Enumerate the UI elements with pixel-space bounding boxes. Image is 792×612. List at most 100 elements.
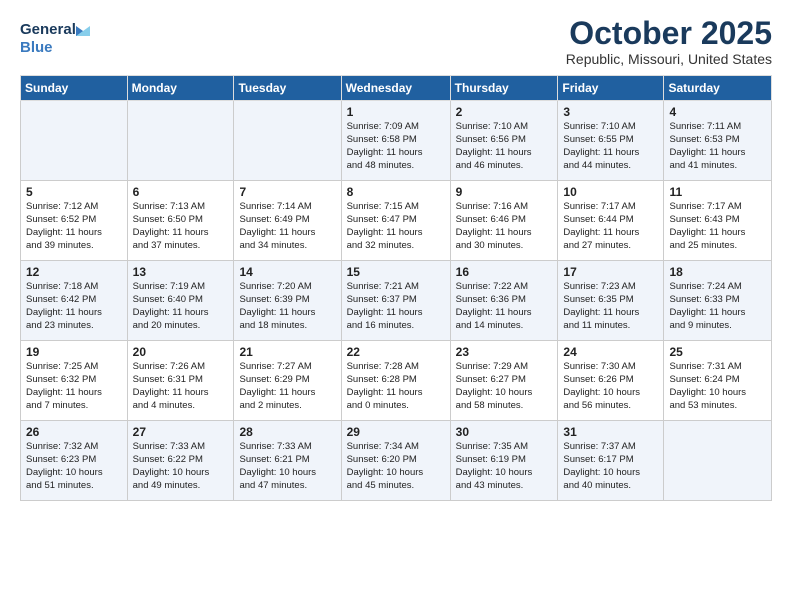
location-subtitle: Republic, Missouri, United States bbox=[566, 51, 772, 67]
cell-info: Sunrise: 7:13 AM Sunset: 6:50 PM Dayligh… bbox=[133, 201, 230, 252]
day-header-thursday: Thursday bbox=[450, 76, 558, 101]
day-number: 2 bbox=[456, 105, 554, 119]
calendar-cell: 13 Sunrise: 7:19 AM Sunset: 6:40 PM Dayli… bbox=[127, 261, 234, 341]
cell-info: Sunrise: 7:12 AM Sunset: 6:52 PM Dayligh… bbox=[26, 201, 123, 252]
calendar-cell: 20Sunrise: 7:26 AM Sunset: 6:31 PM Dayli… bbox=[127, 341, 234, 421]
calendar-cell: 19 Sunrise: 7:25 AM Sunset: 6:32 PM Dayli… bbox=[21, 341, 128, 421]
cell-info: Sunrise: 7:21 AM Sunset: 6:37 PM Dayligh… bbox=[347, 281, 446, 332]
day-number: 16 bbox=[456, 265, 554, 279]
calendar-table: SundayMondayTuesdayWednesdayThursdayFrid… bbox=[20, 75, 772, 501]
cell-info: Sunrise: 7:14 AM Sunset: 6:49 PM Dayligh… bbox=[239, 201, 336, 252]
calendar-cell: 5 Sunrise: 7:12 AM Sunset: 6:52 PM Daylig… bbox=[21, 181, 128, 261]
cell-info: Sunrise: 7:29 AM Sunset: 6:27 PM Dayligh… bbox=[456, 361, 554, 412]
day-number: 9 bbox=[456, 185, 554, 199]
cell-info: Sunrise: 7:33 AM Sunset: 6:21 PM Dayligh… bbox=[239, 441, 336, 492]
calendar-cell: 11Sunrise: 7:17 AM Sunset: 6:43 PM Dayli… bbox=[664, 181, 772, 261]
day-number: 31 bbox=[563, 425, 659, 439]
day-number: 22 bbox=[347, 345, 446, 359]
cell-info: Sunrise: 7:15 AM Sunset: 6:47 PM Dayligh… bbox=[347, 201, 446, 252]
week-row-2: 5 Sunrise: 7:12 AM Sunset: 6:52 PM Daylig… bbox=[21, 181, 772, 261]
day-header-monday: Monday bbox=[127, 76, 234, 101]
calendar-cell: 17Sunrise: 7:23 AM Sunset: 6:35 PM Dayli… bbox=[558, 261, 664, 341]
calendar-cell: 22 Sunrise: 7:28 AM Sunset: 6:28 PM Dayli… bbox=[341, 341, 450, 421]
calendar-cell: 21 Sunrise: 7:27 AM Sunset: 6:29 PM Dayli… bbox=[234, 341, 341, 421]
day-number: 4 bbox=[669, 105, 767, 119]
week-row-3: 12Sunrise: 7:18 AM Sunset: 6:42 PM Dayli… bbox=[21, 261, 772, 341]
day-number: 24 bbox=[563, 345, 659, 359]
cell-info: Sunrise: 7:27 AM Sunset: 6:29 PM Dayligh… bbox=[239, 361, 336, 412]
logo: GeneralBlue bbox=[20, 16, 90, 56]
calendar-cell: 31 Sunrise: 7:37 AM Sunset: 6:17 PM Dayli… bbox=[558, 421, 664, 501]
cell-info: Sunrise: 7:17 AM Sunset: 6:43 PM Dayligh… bbox=[669, 201, 767, 252]
day-number: 3 bbox=[563, 105, 659, 119]
calendar-cell: 8Sunrise: 7:15 AM Sunset: 6:47 PM Daylig… bbox=[341, 181, 450, 261]
header: GeneralBlue October 2025 Republic, Misso… bbox=[20, 16, 772, 67]
day-header-tuesday: Tuesday bbox=[234, 76, 341, 101]
day-number: 15 bbox=[347, 265, 446, 279]
calendar-cell: 16 Sunrise: 7:22 AM Sunset: 6:36 PM Dayli… bbox=[450, 261, 558, 341]
cell-info: Sunrise: 7:26 AM Sunset: 6:31 PM Dayligh… bbox=[133, 361, 230, 412]
day-number: 1 bbox=[347, 105, 446, 119]
calendar-cell: 6 Sunrise: 7:13 AM Sunset: 6:50 PM Daylig… bbox=[127, 181, 234, 261]
cell-info: Sunrise: 7:33 AM Sunset: 6:22 PM Dayligh… bbox=[133, 441, 230, 492]
cell-info: Sunrise: 7:24 AM Sunset: 6:33 PM Dayligh… bbox=[669, 281, 767, 332]
cell-info: Sunrise: 7:31 AM Sunset: 6:24 PM Dayligh… bbox=[669, 361, 767, 412]
calendar-cell bbox=[21, 101, 128, 181]
cell-info: Sunrise: 7:25 AM Sunset: 6:32 PM Dayligh… bbox=[26, 361, 123, 412]
day-number: 18 bbox=[669, 265, 767, 279]
cell-info: Sunrise: 7:35 AM Sunset: 6:19 PM Dayligh… bbox=[456, 441, 554, 492]
day-number: 10 bbox=[563, 185, 659, 199]
cell-info: Sunrise: 7:19 AM Sunset: 6:40 PM Dayligh… bbox=[133, 281, 230, 332]
title-block: October 2025 Republic, Missouri, United … bbox=[566, 16, 772, 67]
calendar-cell: 25 Sunrise: 7:31 AM Sunset: 6:24 PM Dayli… bbox=[664, 341, 772, 421]
day-number: 29 bbox=[347, 425, 446, 439]
cell-info: Sunrise: 7:23 AM Sunset: 6:35 PM Dayligh… bbox=[563, 281, 659, 332]
calendar-cell: 9 Sunrise: 7:16 AM Sunset: 6:46 PM Daylig… bbox=[450, 181, 558, 261]
day-number: 7 bbox=[239, 185, 336, 199]
calendar-cell: 2 Sunrise: 7:10 AM Sunset: 6:56 PM Daylig… bbox=[450, 101, 558, 181]
day-number: 12 bbox=[26, 265, 123, 279]
logo-icon: GeneralBlue bbox=[20, 16, 90, 56]
calendar-cell: 15 Sunrise: 7:21 AM Sunset: 6:37 PM Dayli… bbox=[341, 261, 450, 341]
calendar-cell: 29 Sunrise: 7:34 AM Sunset: 6:20 PM Dayli… bbox=[341, 421, 450, 501]
cell-info: Sunrise: 7:37 AM Sunset: 6:17 PM Dayligh… bbox=[563, 441, 659, 492]
calendar-cell: 30 Sunrise: 7:35 AM Sunset: 6:19 PM Dayli… bbox=[450, 421, 558, 501]
calendar-cell: 7 Sunrise: 7:14 AM Sunset: 6:49 PM Daylig… bbox=[234, 181, 341, 261]
day-number: 21 bbox=[239, 345, 336, 359]
calendar-cell: 3 Sunrise: 7:10 AM Sunset: 6:55 PM Daylig… bbox=[558, 101, 664, 181]
page-container: GeneralBlue October 2025 Republic, Misso… bbox=[0, 0, 792, 511]
calendar-cell bbox=[234, 101, 341, 181]
cell-info: Sunrise: 7:32 AM Sunset: 6:23 PM Dayligh… bbox=[26, 441, 123, 492]
calendar-cell: 12Sunrise: 7:18 AM Sunset: 6:42 PM Dayli… bbox=[21, 261, 128, 341]
cell-info: Sunrise: 7:10 AM Sunset: 6:55 PM Dayligh… bbox=[563, 121, 659, 172]
day-number: 30 bbox=[456, 425, 554, 439]
day-header-friday: Friday bbox=[558, 76, 664, 101]
calendar-cell: 27Sunrise: 7:33 AM Sunset: 6:22 PM Dayli… bbox=[127, 421, 234, 501]
day-number: 26 bbox=[26, 425, 123, 439]
calendar-cell: 10 Sunrise: 7:17 AM Sunset: 6:44 PM Dayli… bbox=[558, 181, 664, 261]
day-number: 19 bbox=[26, 345, 123, 359]
cell-info: Sunrise: 7:34 AM Sunset: 6:20 PM Dayligh… bbox=[347, 441, 446, 492]
day-number: 6 bbox=[133, 185, 230, 199]
cell-info: Sunrise: 7:09 AM Sunset: 6:58 PM Dayligh… bbox=[347, 121, 446, 172]
cell-info: Sunrise: 7:10 AM Sunset: 6:56 PM Dayligh… bbox=[456, 121, 554, 172]
cell-info: Sunrise: 7:28 AM Sunset: 6:28 PM Dayligh… bbox=[347, 361, 446, 412]
week-row-4: 19 Sunrise: 7:25 AM Sunset: 6:32 PM Dayli… bbox=[21, 341, 772, 421]
week-row-5: 26 Sunrise: 7:32 AM Sunset: 6:23 PM Dayli… bbox=[21, 421, 772, 501]
calendar-cell: 24 Sunrise: 7:30 AM Sunset: 6:26 PM Dayli… bbox=[558, 341, 664, 421]
day-number: 5 bbox=[26, 185, 123, 199]
calendar-cell: 28 Sunrise: 7:33 AM Sunset: 6:21 PM Dayli… bbox=[234, 421, 341, 501]
calendar-cell: 18 Sunrise: 7:24 AM Sunset: 6:33 PM Dayli… bbox=[664, 261, 772, 341]
day-number: 14 bbox=[239, 265, 336, 279]
cell-info: Sunrise: 7:22 AM Sunset: 6:36 PM Dayligh… bbox=[456, 281, 554, 332]
day-number: 25 bbox=[669, 345, 767, 359]
svg-text:Blue: Blue bbox=[20, 39, 53, 56]
cell-info: Sunrise: 7:16 AM Sunset: 6:46 PM Dayligh… bbox=[456, 201, 554, 252]
month-title: October 2025 bbox=[566, 16, 772, 51]
cell-info: Sunrise: 7:30 AM Sunset: 6:26 PM Dayligh… bbox=[563, 361, 659, 412]
calendar-cell: 26 Sunrise: 7:32 AM Sunset: 6:23 PM Dayli… bbox=[21, 421, 128, 501]
cell-info: Sunrise: 7:17 AM Sunset: 6:44 PM Dayligh… bbox=[563, 201, 659, 252]
day-number: 23 bbox=[456, 345, 554, 359]
day-number: 28 bbox=[239, 425, 336, 439]
day-number: 13 bbox=[133, 265, 230, 279]
